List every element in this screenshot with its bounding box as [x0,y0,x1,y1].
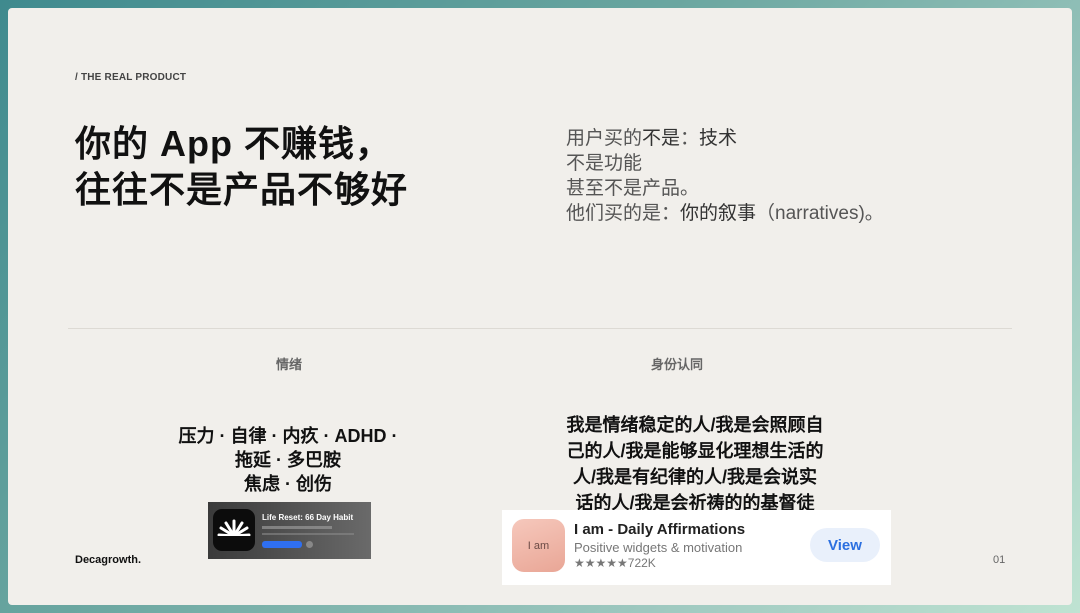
side-note-text: 他们买的是： [566,203,681,224]
side-note: 用户买的不是：技术 不是功能 甚至不是产品。 他们买的是：你的叙事（narrat… [566,126,884,226]
side-note-text: ： [680,128,700,149]
app-rating: ★★★★★722K [574,556,656,570]
emotion-column-label: 情绪 [275,357,302,372]
page-number: 01 [993,554,1006,566]
side-note-text: （narratives)。 [756,203,884,224]
identity-column-label: 身份认同 [650,357,703,372]
headline-line-2: 往往不是产品不够好 [75,169,409,210]
emotion-tags-line-3: 焦虑 · 创伤 [244,474,332,494]
identity-statements: 我是情绪稳定的人/我是会照顾自 己的人/我是能够显化理想生活的 人/我是有纪律的… [540,412,850,516]
side-note-text: 用户买的 [566,128,643,149]
side-note-line-4: 他们买的是：你的叙事（narratives)。 [566,201,884,226]
app-icon: I am [512,519,565,572]
identity-line-3: 人/我是有纪律的人/我是会说实 [572,467,817,487]
habit-app-subtitle-line [262,526,332,529]
habit-app-title: Life Reset: 66 Day Habit [262,513,354,522]
habit-app-screenshot: Life Reset: 66 Day Habit [208,502,371,559]
sunrise-icon [213,509,255,551]
view-button[interactable]: View [810,528,880,562]
side-note-emphasis: 技术 [699,128,738,149]
headline-line-1: 你的 App 不赚钱， [75,123,392,164]
brand-logo-text: Decagrowth. [75,554,142,566]
side-note-emphasis: 你的叙事 [680,203,757,224]
side-note-line-3: 甚至不是产品。 [566,178,700,199]
side-note-line-2: 不是功能 [566,153,643,174]
emotion-tags: 压力 · 自律 · 内疚 · ADHD · 拖延 · 多巴胺 焦虑 · 创伤 [168,424,408,496]
emotion-tags-line-1: 压力 · 自律 · 内疚 · ADHD · [178,426,398,446]
emotion-tags-line-2: 拖延 · 多巴胺 [235,450,341,470]
identity-line-2: 己的人/我是能够显化理想生活的 [566,441,824,461]
page-title: 你的 App 不赚钱， 往往不是产品不够好 [75,121,408,213]
side-note-line-1: 用户买的不是：技术 [566,126,884,151]
habit-app-button [262,541,302,548]
app-store-card: I am I am - Daily Affirmations Positive … [502,510,891,585]
section-divider [68,328,1012,329]
app-name: I am - Daily Affirmations [574,521,746,538]
habit-app-info-dot [306,541,313,548]
side-note-emphasis: 不是 [642,128,681,149]
section-kicker: / THE REAL PRODUCT [75,72,187,83]
habit-app-description-line [262,533,354,535]
identity-line-1: 我是情绪稳定的人/我是会照顾自 [566,415,824,435]
app-subtitle: Positive widgets & motivation [574,540,743,555]
slide: / THE REAL PRODUCT 你的 App 不赚钱， 往往不是产品不够好… [8,8,1072,605]
